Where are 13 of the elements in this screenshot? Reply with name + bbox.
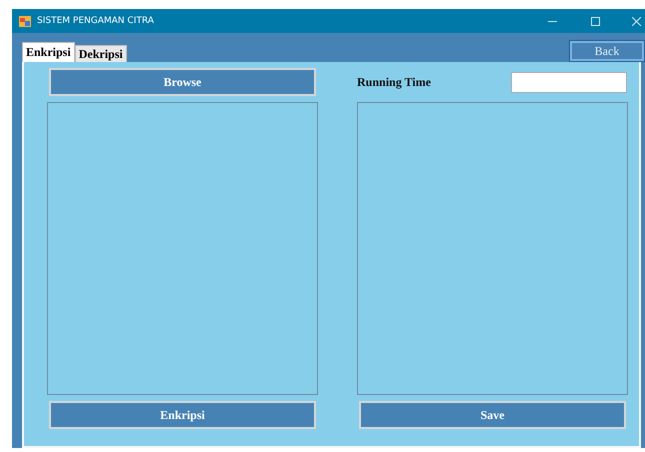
tab[interactable]: Dekripsi bbox=[74, 45, 127, 62]
maximize-icon bbox=[591, 16, 600, 26]
app-icon bbox=[19, 16, 31, 26]
close-icon bbox=[632, 16, 641, 26]
minimize-icon bbox=[548, 20, 557, 22]
save-button[interactable]: Save bbox=[359, 401, 626, 429]
running-time-field[interactable] bbox=[511, 72, 627, 92]
window-title: SISTEM PENGAMAN CITRA bbox=[37, 16, 155, 26]
back-button[interactable]: Back bbox=[570, 41, 644, 61]
running-time-label: Running Time bbox=[357, 74, 431, 90]
encrypt-button[interactable]: Enkripsi bbox=[49, 401, 316, 429]
tab[interactable]: Enkripsi bbox=[22, 42, 75, 62]
browse-button[interactable]: Browse bbox=[49, 68, 316, 96]
